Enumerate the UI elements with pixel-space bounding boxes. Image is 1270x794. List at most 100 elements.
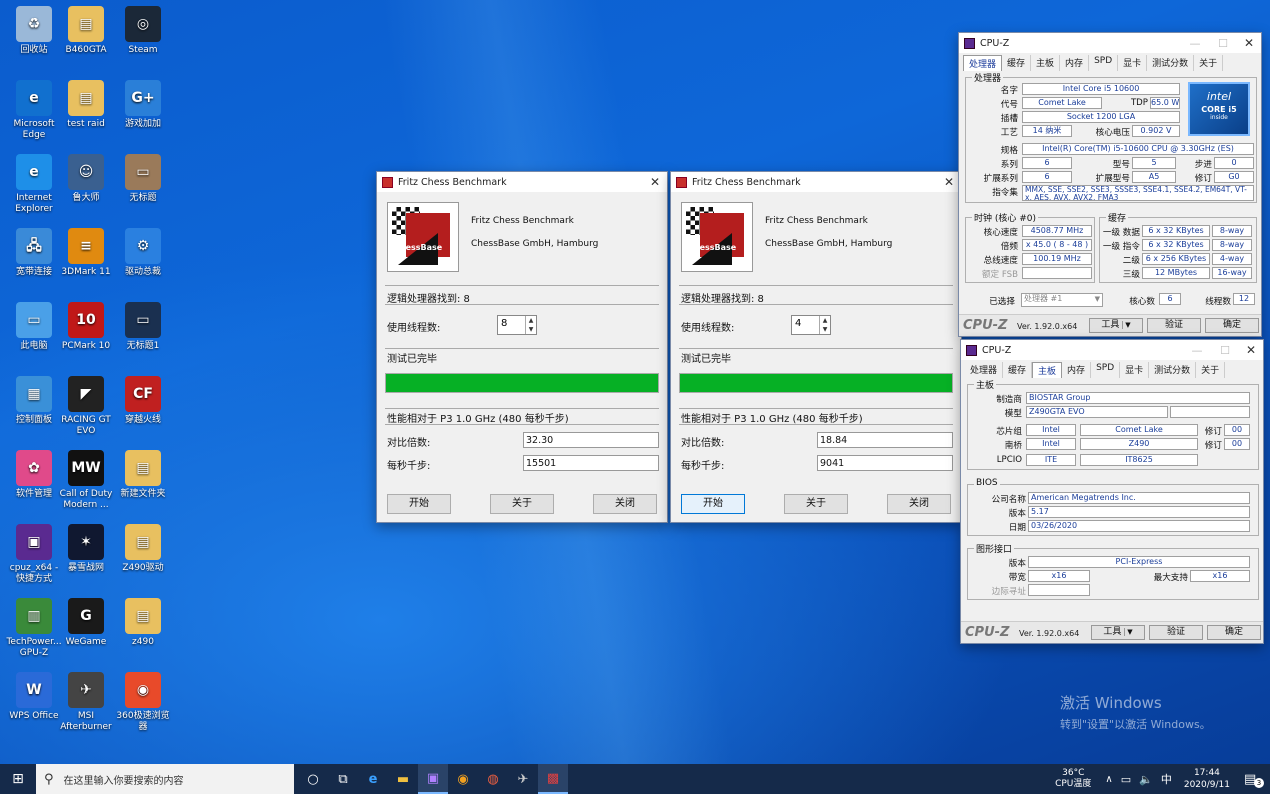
desktop-icon[interactable]: 10 PCMark 10 [58,302,114,352]
verify-button[interactable]: 验证 [1147,318,1201,333]
desktop-icon[interactable]: ▤ z490 [115,598,171,648]
desktop-icon[interactable]: ◎ Steam [115,6,171,56]
tab-3[interactable]: 内存 [1060,55,1090,71]
desktop-icon[interactable]: 🖧 宽带连接 [6,228,62,278]
fritz-taskbar-icon[interactable]: ▩ [538,764,568,794]
tools-button[interactable]: 工具 ▼ [1091,625,1145,640]
desktop-icon[interactable]: ▣ cpuz_x64 - 快捷方式 [6,524,62,585]
fritz2-start-button[interactable]: 开始 [681,494,745,514]
tab-1[interactable]: 缓存 [1002,55,1032,71]
fritz2-titlebar[interactable]: Fritz Chess Benchmark ✕ [671,172,961,192]
3dmark-taskbar-icon[interactable]: ◉ [448,764,478,794]
cpuz-taskbar-icon[interactable]: ▣ [418,764,448,794]
desktop-icon[interactable]: ◤ RACING GT EVO [58,376,114,437]
cortana-icon[interactable]: ○ [298,764,328,794]
desktop-icon[interactable]: e Microsoft Edge [6,80,62,141]
desktop-icon[interactable]: W WPS Office [6,672,62,722]
desktop-icon[interactable]: G WeGame [58,598,114,648]
fritz1-close-button[interactable]: 关闭 [593,494,657,514]
app-icon: ◉ [125,672,161,708]
processor-select[interactable]: 处理器 #1 ▼ [1021,293,1103,307]
desktop-icon[interactable]: ▭ 无标题 [115,154,171,204]
maximize-icon[interactable]: ☐ [1211,344,1239,357]
network-icon[interactable]: ▭ [1121,773,1131,786]
tab-2[interactable]: 主板 [1031,55,1061,71]
tab-3[interactable]: 内存 [1062,362,1092,378]
fritz2-threads-stepper[interactable]: 4 ▲ ▼ [791,315,831,335]
taskbar-search-box[interactable]: ⚲ 在这里输入你要搜索的内容 [36,764,294,794]
desktop-icon[interactable]: ☺ 鲁大师 [58,154,114,204]
fritz1-titlebar[interactable]: Fritz Chess Benchmark ✕ [377,172,667,192]
tab-6[interactable]: 测试分数 [1149,362,1197,378]
stepper-arrows-icon[interactable]: ▲ ▼ [525,316,536,334]
desktop-icon[interactable]: ▭ 此电脑 [6,302,62,352]
tab-7[interactable]: 关于 [1194,55,1224,71]
minimize-icon[interactable]: — [1183,344,1211,357]
desktop-icon[interactable]: ♻ 回收站 [6,6,62,56]
stepping-label: 步进 [1194,160,1212,170]
desktop-icon[interactable]: ▥ TechPower... GPU-Z [6,598,62,659]
fritz2-about-button[interactable]: 关于 [784,494,848,514]
tab-5[interactable]: 显卡 [1120,362,1150,378]
side-band-value [1028,584,1090,596]
close-icon[interactable]: ✕ [643,175,667,189]
desktop-icon[interactable]: e Internet Explorer [6,154,62,215]
fritz2-close-button[interactable]: 关闭 [887,494,951,514]
start-button[interactable]: ⊞ [0,764,36,794]
volume-icon[interactable]: 🔈 [1139,773,1153,786]
tab-7[interactable]: 关于 [1196,362,1226,378]
desktop-icon[interactable]: ▤ Z490驱动 [115,524,171,574]
ok-button[interactable]: 确定 [1207,625,1261,640]
afterburner-taskbar-icon[interactable]: ✈ [508,764,538,794]
fritz1-start-button[interactable]: 开始 [387,494,451,514]
notification-center-icon[interactable]: ▤ 3 [1244,772,1270,788]
fritz1-threads-stepper[interactable]: 8 ▲ ▼ [497,315,537,335]
ime-indicator[interactable]: 中 [1161,771,1172,787]
clock-time: 17:44 [1193,768,1220,778]
desktop-icon[interactable]: ▤ 新建文件夹 [115,450,171,500]
tab-1[interactable]: 缓存 [1003,362,1033,378]
task-view-icon[interactable]: ⧉ [328,764,358,794]
cpuz1-titlebar[interactable]: CPU-Z — ☐ ✕ [959,33,1261,53]
desktop-icon[interactable]: ✿ 软件管理 [6,450,62,500]
minimize-icon[interactable]: — [1181,37,1209,50]
tab-5[interactable]: 显卡 [1118,55,1148,71]
tab-2[interactable]: 主板 [1032,362,1063,378]
tab-4[interactable]: SPD [1089,55,1119,71]
chevron-up-icon[interactable]: ∧ [1105,774,1112,785]
clock[interactable]: 17:44 2020/9/11 [1184,767,1230,791]
stepper-arrows-icon[interactable]: ▲ ▼ [819,316,830,334]
desktop-icon[interactable]: ▦ 控制面板 [6,376,62,426]
desktop-icon[interactable]: G+ 游戏加加 [115,80,171,130]
360-browser-taskbar-icon[interactable]: ◍ [478,764,508,794]
cpuz2-titlebar[interactable]: CPU-Z — ☐ ✕ [961,340,1263,360]
maximize-icon[interactable]: ☐ [1209,37,1237,50]
ok-button[interactable]: 确定 [1205,318,1259,333]
desktop-icon[interactable]: ⚙ 驱动总裁 [115,228,171,278]
tools-button[interactable]: 工具 ▼ [1089,318,1143,333]
desktop-icon[interactable]: ✶ 暴雪战网 [58,524,114,574]
tab-0[interactable]: 处理器 [963,55,1003,71]
tab-6[interactable]: 测试分数 [1147,55,1195,71]
desktop-icon[interactable]: ≡ 3DMark 11 [58,228,114,278]
file-explorer-icon[interactable]: ▬ [388,764,418,794]
desktop-icon[interactable]: CF 穿越火线 [115,376,171,426]
desktop-icon[interactable]: ▭ 无标题1 [115,302,171,352]
desktop-icon[interactable]: MW Call of Duty Modern ... [58,450,114,511]
desktop-icon[interactable]: ◉ 360极速浏览器 [115,672,171,733]
fritz1-found-label: 逻辑处理器找到: 8 [387,294,470,305]
verify-button[interactable]: 验证 [1149,625,1203,640]
desktop-icon[interactable]: ▤ test raid [58,80,114,130]
fritz1-about-button[interactable]: 关于 [490,494,554,514]
app-icon: ✿ [16,450,52,486]
edge-taskbar-icon[interactable]: e [358,764,388,794]
cpu-temp-widget[interactable]: 36°C CPU温度 [1055,768,1091,790]
desktop-icon[interactable]: ▤ B460GTA [58,6,114,56]
desktop-icon-label: Z490驱动 [122,563,164,573]
desktop-icon[interactable]: ✈ MSI Afterburner [58,672,114,733]
close-icon[interactable]: ✕ [1239,343,1263,357]
app-icon: MW [68,450,104,486]
close-icon[interactable]: ✕ [1237,36,1261,50]
tab-4[interactable]: SPD [1091,362,1121,378]
tab-0[interactable]: 处理器 [965,362,1004,378]
